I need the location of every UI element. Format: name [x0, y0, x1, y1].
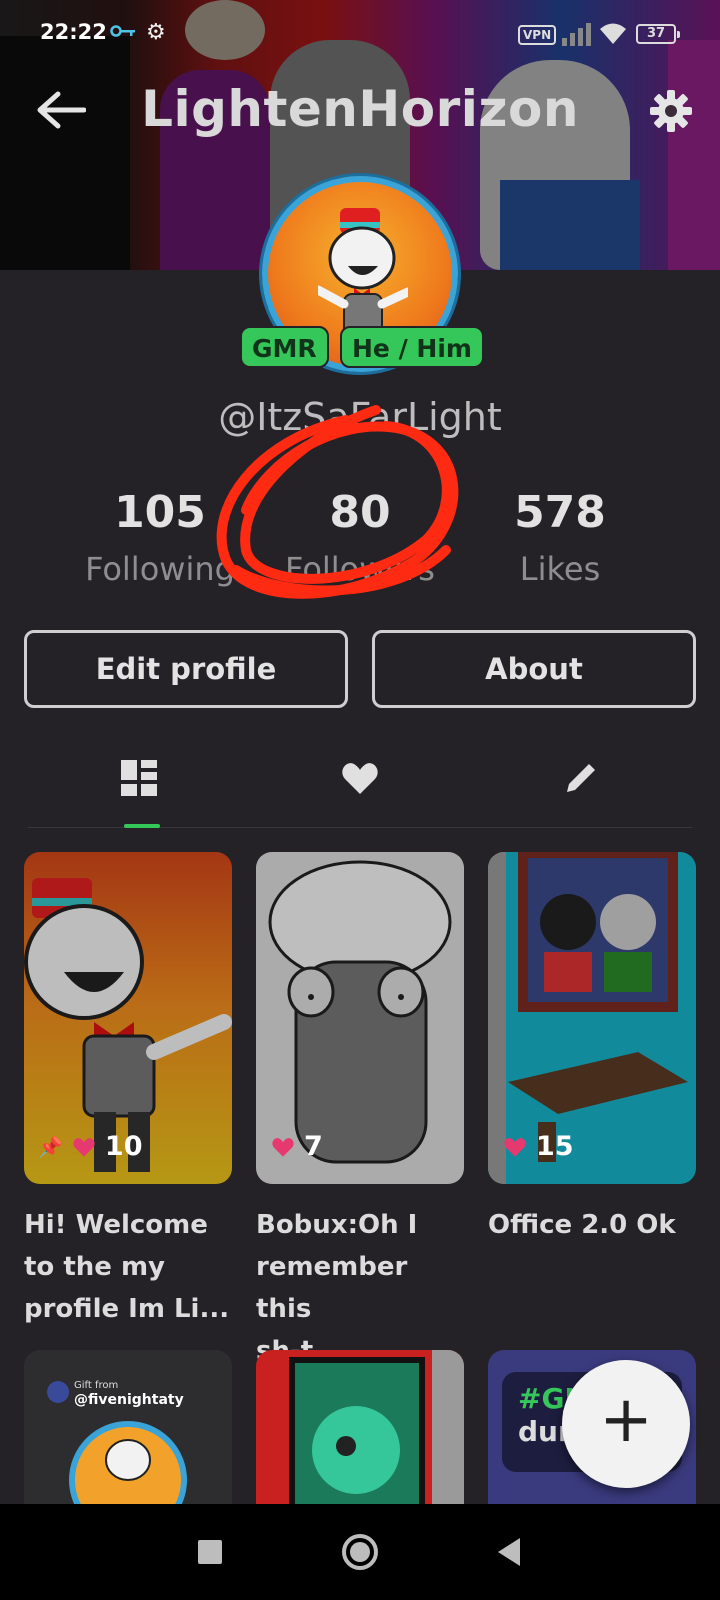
gift-from-user: @fivenightaty	[74, 1392, 184, 1408]
create-post-button[interactable]: +	[562, 1360, 690, 1488]
heart-icon	[504, 1137, 526, 1157]
post-thumbnail	[289, 1350, 464, 1504]
post-thumbnail: 📌 10	[24, 852, 232, 1184]
system-navigation-bar	[0, 1504, 720, 1600]
post-card[interactable]: Gift from @fivenightaty	[24, 1350, 232, 1504]
edit-profile-button[interactable]: Edit profile	[24, 630, 348, 708]
pencil-icon	[566, 764, 595, 792]
post-like-count: 10	[104, 1131, 143, 1162]
post-thumbnail: 15	[488, 852, 696, 1184]
key-icon	[110, 25, 135, 37]
post-card[interactable]: 📌 10 Hi! Welcome to the my profile Im Li…	[24, 852, 232, 1330]
recent-apps-icon[interactable]	[186, 1528, 234, 1576]
post-card[interactable]: 7 Bobux:Oh I remember this sh-t	[256, 852, 464, 1372]
plus-icon: +	[599, 1383, 653, 1457]
tab-likes[interactable]	[249, 740, 470, 828]
gift-from-label: Gift from	[74, 1380, 119, 1391]
active-tab-indicator	[124, 824, 160, 828]
stat-likes[interactable]: 578 Likes	[440, 488, 680, 594]
post-like-meta: 15	[502, 1131, 574, 1162]
settings-gear-button[interactable]	[648, 88, 694, 134]
heart-icon	[341, 763, 378, 794]
back-triangle-icon[interactable]	[486, 1528, 534, 1576]
post-like-meta: 7	[270, 1131, 323, 1162]
tab-drafts[interactable]	[470, 740, 691, 828]
profile-tabs	[28, 740, 692, 828]
post-title: Office 2.0 Ok	[488, 1210, 676, 1240]
wifi-icon	[600, 23, 626, 44]
username-handle: @ItzSaFarLight	[218, 395, 502, 439]
post-title: Bobux:Oh I remember this sh-t	[256, 1210, 418, 1366]
status-bar: 22:22 ⚙ VPN 37	[0, 0, 720, 70]
gift-avatar-icon	[47, 1381, 69, 1403]
signal-icon	[562, 23, 591, 46]
post-title: Hi! Welcome to the my profile Im Li...	[24, 1210, 230, 1324]
likes-label: Likes	[519, 550, 601, 588]
post-like-count: 7	[304, 1131, 323, 1162]
tab-posts[interactable]	[28, 740, 249, 828]
grid-layout-icon	[120, 760, 157, 796]
home-icon[interactable]	[336, 1528, 384, 1576]
vpn-badge: VPN	[518, 25, 557, 45]
post-thumbnail	[69, 1421, 187, 1504]
post-card[interactable]	[256, 1350, 464, 1504]
status-time: 22:22	[40, 20, 107, 44]
post-thumbnail: 7	[256, 852, 464, 1184]
badge-pronouns: He / Him	[340, 326, 484, 368]
badge-gmr: GMR	[240, 326, 329, 368]
heart-icon	[73, 1137, 95, 1157]
likes-count: 578	[514, 487, 606, 538]
page-title: LightenHorizon	[141, 80, 579, 138]
post-like-meta: 📌 10	[38, 1131, 142, 1162]
battery-icon: 37	[636, 24, 680, 44]
settings-status-icon: ⚙	[146, 20, 166, 45]
heart-icon	[272, 1137, 294, 1157]
about-button[interactable]: About	[372, 630, 696, 708]
pin-icon: 📌	[38, 1134, 63, 1159]
post-like-count: 15	[536, 1131, 574, 1162]
post-card[interactable]: 15 Office 2.0 Ok	[488, 852, 696, 1246]
